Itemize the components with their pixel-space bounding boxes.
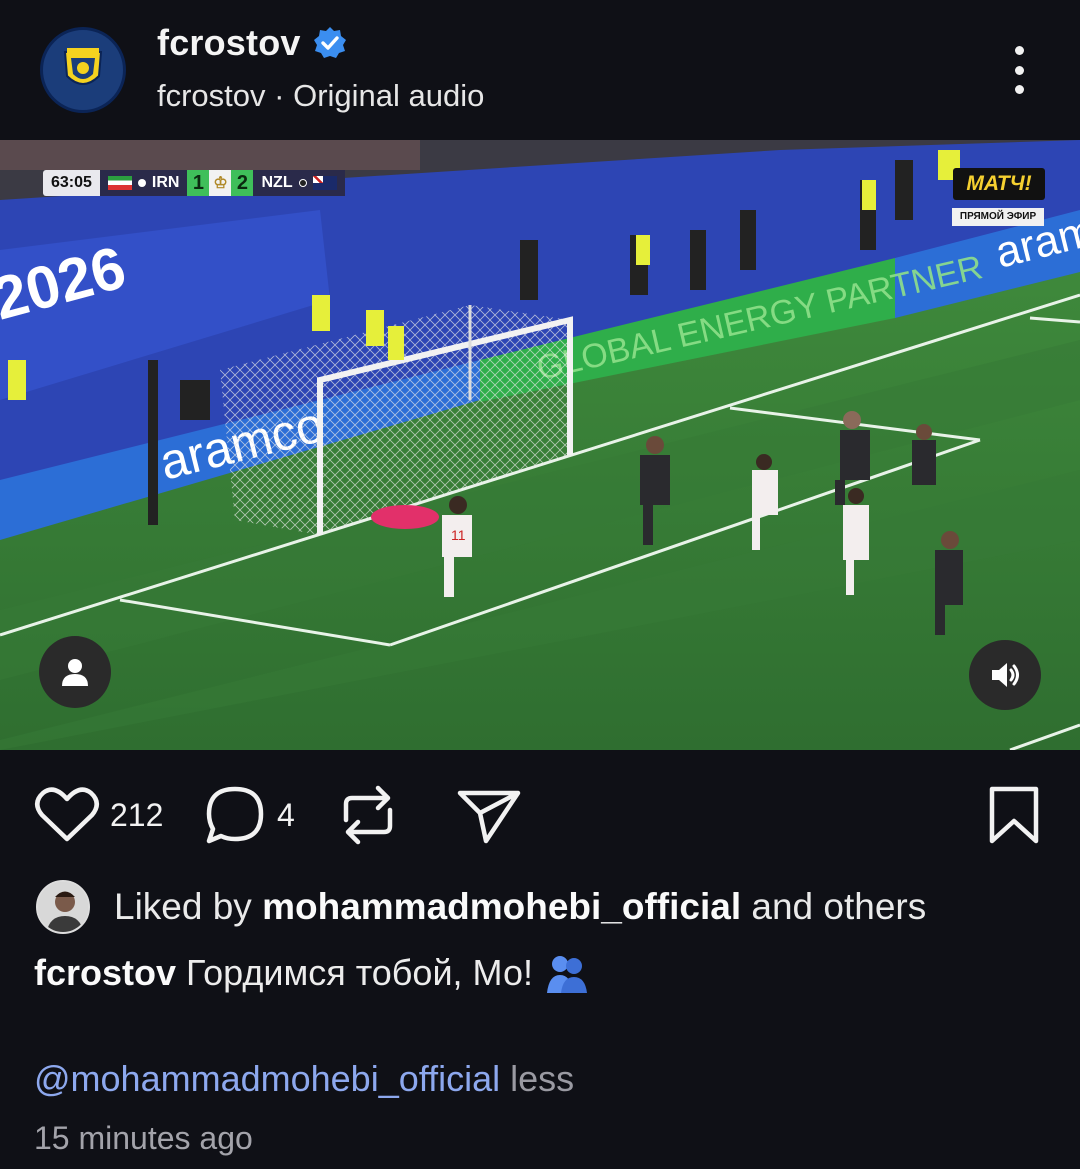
- verified-badge-icon: [313, 27, 346, 58]
- home-team: IRN: [99, 170, 188, 196]
- send-icon[interactable]: [456, 785, 522, 845]
- liker-photo: [38, 882, 88, 932]
- iran-flag-icon: [107, 176, 132, 190]
- svg-text:11: 11: [451, 527, 466, 543]
- profile-avatar[interactable]: [40, 27, 126, 113]
- share-action[interactable]: [456, 770, 522, 860]
- live-label: ПРЯМОЙ ЭФИР: [952, 208, 1044, 226]
- save-action[interactable]: [988, 770, 1040, 860]
- new-zealand-flag-icon: [312, 176, 337, 190]
- home-score: 1: [187, 170, 210, 196]
- like-action: 212: [34, 770, 163, 860]
- trophy-icon: ♔: [209, 170, 232, 196]
- away-team: NZL: [253, 170, 345, 196]
- comment-action: 4: [203, 770, 295, 860]
- liked-by-row: Liked by mohammadmohebi_official and oth…: [36, 880, 926, 934]
- repost-icon[interactable]: [340, 782, 396, 848]
- username[interactable]: fcrostov: [157, 22, 301, 64]
- comment-count[interactable]: 4: [277, 797, 295, 834]
- post-header: fcrostov fcrostov · Original audio: [0, 0, 1080, 140]
- audio-subline[interactable]: fcrostov · Original audio: [157, 78, 484, 114]
- liker-username[interactable]: mohammadmohebi_official: [262, 886, 741, 927]
- caption-text: Гордимся тобой, Мо!: [186, 952, 533, 993]
- less-button[interactable]: less: [510, 1058, 574, 1099]
- away-team-code: NZL: [261, 174, 293, 191]
- bookmark-icon[interactable]: [988, 785, 1040, 845]
- more-options-button[interactable]: [1003, 46, 1035, 94]
- username-row: fcrostov: [157, 22, 347, 64]
- tagged-users-button[interactable]: [39, 636, 111, 708]
- mute-toggle-button[interactable]: [969, 640, 1041, 710]
- post-actions: 212 4: [0, 770, 1080, 860]
- mention-row: @mohammadmohebi_official less: [34, 1058, 574, 1100]
- post-timestamp: 15 minutes ago: [34, 1120, 253, 1156]
- speaker-icon: [992, 663, 1019, 687]
- liker-avatar[interactable]: [36, 880, 90, 934]
- match-video-frame: aramco GLOBAL ENERGY PARTNER aram 2026: [0, 140, 1080, 750]
- heart-icon[interactable]: [34, 785, 100, 845]
- away-score: 2: [231, 170, 254, 196]
- user-tag-icon: [62, 659, 88, 686]
- caption-author[interactable]: fcrostov: [34, 952, 176, 994]
- match-clock: 63:05: [43, 170, 100, 196]
- more-vertical-icon: [1014, 46, 1024, 55]
- scorebug: 63:05 IRN 1 ♔ 2 NZL: [43, 170, 345, 196]
- like-count[interactable]: 212: [110, 797, 163, 834]
- fc-rostov-crest-icon: [63, 48, 103, 85]
- people-hugging-emoji-icon: [546, 956, 587, 993]
- video-player[interactable]: aramco GLOBAL ENERGY PARTNER aram 2026: [0, 140, 1080, 750]
- post-caption: fcrostov Гордимся тобой, Мо!: [34, 952, 589, 994]
- repost-action[interactable]: [340, 770, 396, 860]
- liked-by-text: Liked by mohammadmohebi_official and oth…: [114, 886, 927, 927]
- mention-link[interactable]: @mohammadmohebi_official: [34, 1058, 500, 1099]
- channel-logo: МАТЧ!: [953, 168, 1045, 200]
- home-team-code: IRN: [151, 174, 180, 191]
- comment-icon[interactable]: [203, 783, 267, 847]
